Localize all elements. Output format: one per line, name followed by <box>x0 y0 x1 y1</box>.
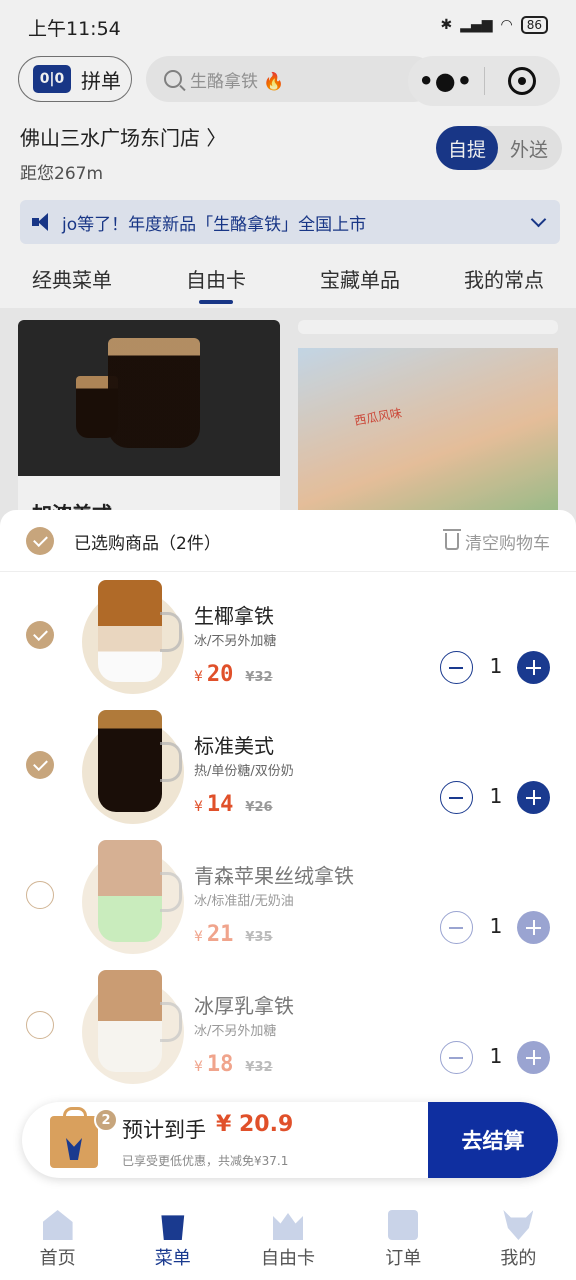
decrease-quantity-button[interactable] <box>440 1041 473 1074</box>
tabbar-free-card[interactable]: 自由卡 <box>230 1196 345 1280</box>
increase-quantity-button[interactable] <box>517 1041 550 1074</box>
item-checkbox[interactable] <box>26 881 54 909</box>
currency-symbol: ¥ <box>194 799 203 815</box>
quantity-value: 1 <box>489 654 503 678</box>
home-icon <box>42 1210 73 1240</box>
drink-glass-image <box>98 840 162 942</box>
item-price: ¥ 14 ¥26 <box>194 792 273 817</box>
tabbar-label: 菜单 <box>154 1248 191 1269</box>
app-page: 上午11:54 ✱ ▂▄▆ ◠ 86 0|0 拼单 生酪拿铁 🔥 •●• 佛山三… <box>0 0 576 1280</box>
select-all-checkbox[interactable] <box>26 527 54 555</box>
original-price: ¥35 <box>245 930 273 945</box>
increase-quantity-button[interactable] <box>517 911 550 944</box>
item-name: 生椰拿铁 <box>194 604 274 628</box>
item-thumbnail <box>82 840 184 954</box>
currency-symbol: ¥ <box>194 1059 203 1075</box>
currency-symbol: ¥ <box>194 669 203 685</box>
item-spec: 冰/标准甜/无奶油 <box>194 894 294 909</box>
price-amount: 18 <box>206 1052 234 1077</box>
tabbar-label: 首页 <box>39 1248 76 1269</box>
tabbar-label: 订单 <box>385 1248 422 1269</box>
item-checkbox[interactable] <box>26 1011 54 1039</box>
drink-glass-image <box>98 710 162 812</box>
decrease-quantity-button[interactable] <box>440 781 473 814</box>
increase-quantity-button[interactable] <box>517 651 550 684</box>
item-spec: 热/单份糖/双份奶 <box>194 764 294 779</box>
original-price: ¥32 <box>245 670 273 685</box>
item-spec: 冰/不另外加糖 <box>194 634 277 649</box>
original-price: ¥26 <box>245 800 273 815</box>
clear-cart-button[interactable]: 清空购物车 <box>443 529 550 554</box>
item-price: ¥ 21 ¥35 <box>194 922 273 947</box>
decrease-quantity-button[interactable] <box>440 911 473 944</box>
estimated-price: ¥ 20.9 <box>216 1112 294 1137</box>
discount-note: 已享受更低优惠，共减免¥37.1 <box>122 1154 289 1168</box>
glass-handle <box>160 1002 182 1042</box>
item-price: ¥ 20 ¥32 <box>194 662 273 687</box>
cart-count-badge: 2 <box>94 1108 118 1132</box>
cart-item: 标准美式 热/单份糖/双份奶 ¥ 14 ¥26 1 <box>0 706 576 836</box>
tabbar-label: 我的 <box>500 1248 537 1269</box>
tabbar-label: 自由卡 <box>261 1248 315 1269</box>
item-name: 青森苹果丝绒拿铁 <box>194 864 354 888</box>
price-amount: 20 <box>206 662 234 687</box>
tabbar-orders[interactable]: 订单 <box>346 1196 461 1280</box>
price-amount: 14 <box>206 792 234 817</box>
tabbar-profile[interactable]: 我的 <box>461 1196 576 1280</box>
deer-icon <box>503 1210 534 1240</box>
quantity-value: 1 <box>489 1044 503 1068</box>
quantity-value: 1 <box>489 914 503 938</box>
cart-item: 冰厚乳拿铁 冰/不另外加糖 ¥ 18 ¥32 1 <box>0 966 576 1096</box>
original-price: ¥32 <box>245 1060 273 1075</box>
cart-title: 已选购商品（2件） <box>74 534 221 554</box>
cart-item: 青森苹果丝绒拿铁 冰/标准甜/无奶油 ¥ 21 ¥35 1 <box>0 836 576 966</box>
item-thumbnail <box>82 710 184 824</box>
item-price: ¥ 18 ¥32 <box>194 1052 273 1077</box>
price-amount: 21 <box>206 922 234 947</box>
tabbar-home[interactable]: 首页 <box>0 1196 115 1280</box>
cart-header: 已选购商品（2件） 清空购物车 <box>0 510 576 572</box>
glass-handle <box>160 872 182 912</box>
clear-cart-label: 清空购物车 <box>465 534 550 554</box>
glass-handle <box>160 612 182 652</box>
shopping-bag-icon[interactable] <box>50 1107 98 1168</box>
bottom-tab-bar: 首页 菜单 自由卡 订单 我的 <box>0 1196 576 1280</box>
estimated-label: 预计到手 <box>122 1118 206 1142</box>
drink-glass-image <box>98 580 162 682</box>
item-thumbnail <box>82 970 184 1084</box>
order-icon <box>388 1210 419 1240</box>
item-name: 冰厚乳拿铁 <box>194 994 294 1018</box>
item-checkbox[interactable] <box>26 751 54 779</box>
quantity-value: 1 <box>489 784 503 808</box>
decrease-quantity-button[interactable] <box>440 651 473 684</box>
item-thumbnail <box>82 580 184 694</box>
tabbar-menu[interactable]: 菜单 <box>115 1196 230 1280</box>
item-name: 标准美式 <box>194 734 274 758</box>
increase-quantity-button[interactable] <box>517 781 550 814</box>
cart-item: 生椰拿铁 冰/不另外加糖 ¥ 20 ¥32 1 <box>0 576 576 706</box>
dim-overlay[interactable] <box>0 0 576 528</box>
currency-symbol: ¥ <box>194 929 203 945</box>
checkout-bar: 2 预计到手 ¥ 20.9 已享受更低优惠，共减免¥37.1 去结算 <box>22 1102 558 1178</box>
crown-icon <box>273 1213 303 1240</box>
checkout-button[interactable]: 去结算 <box>428 1102 558 1178</box>
glass-handle <box>160 742 182 782</box>
drink-glass-image <box>98 970 162 1072</box>
item-spec: 冰/不另外加糖 <box>194 1024 277 1039</box>
trash-icon <box>443 529 461 550</box>
menu-cup-icon <box>161 1215 185 1240</box>
item-checkbox[interactable] <box>26 621 54 649</box>
